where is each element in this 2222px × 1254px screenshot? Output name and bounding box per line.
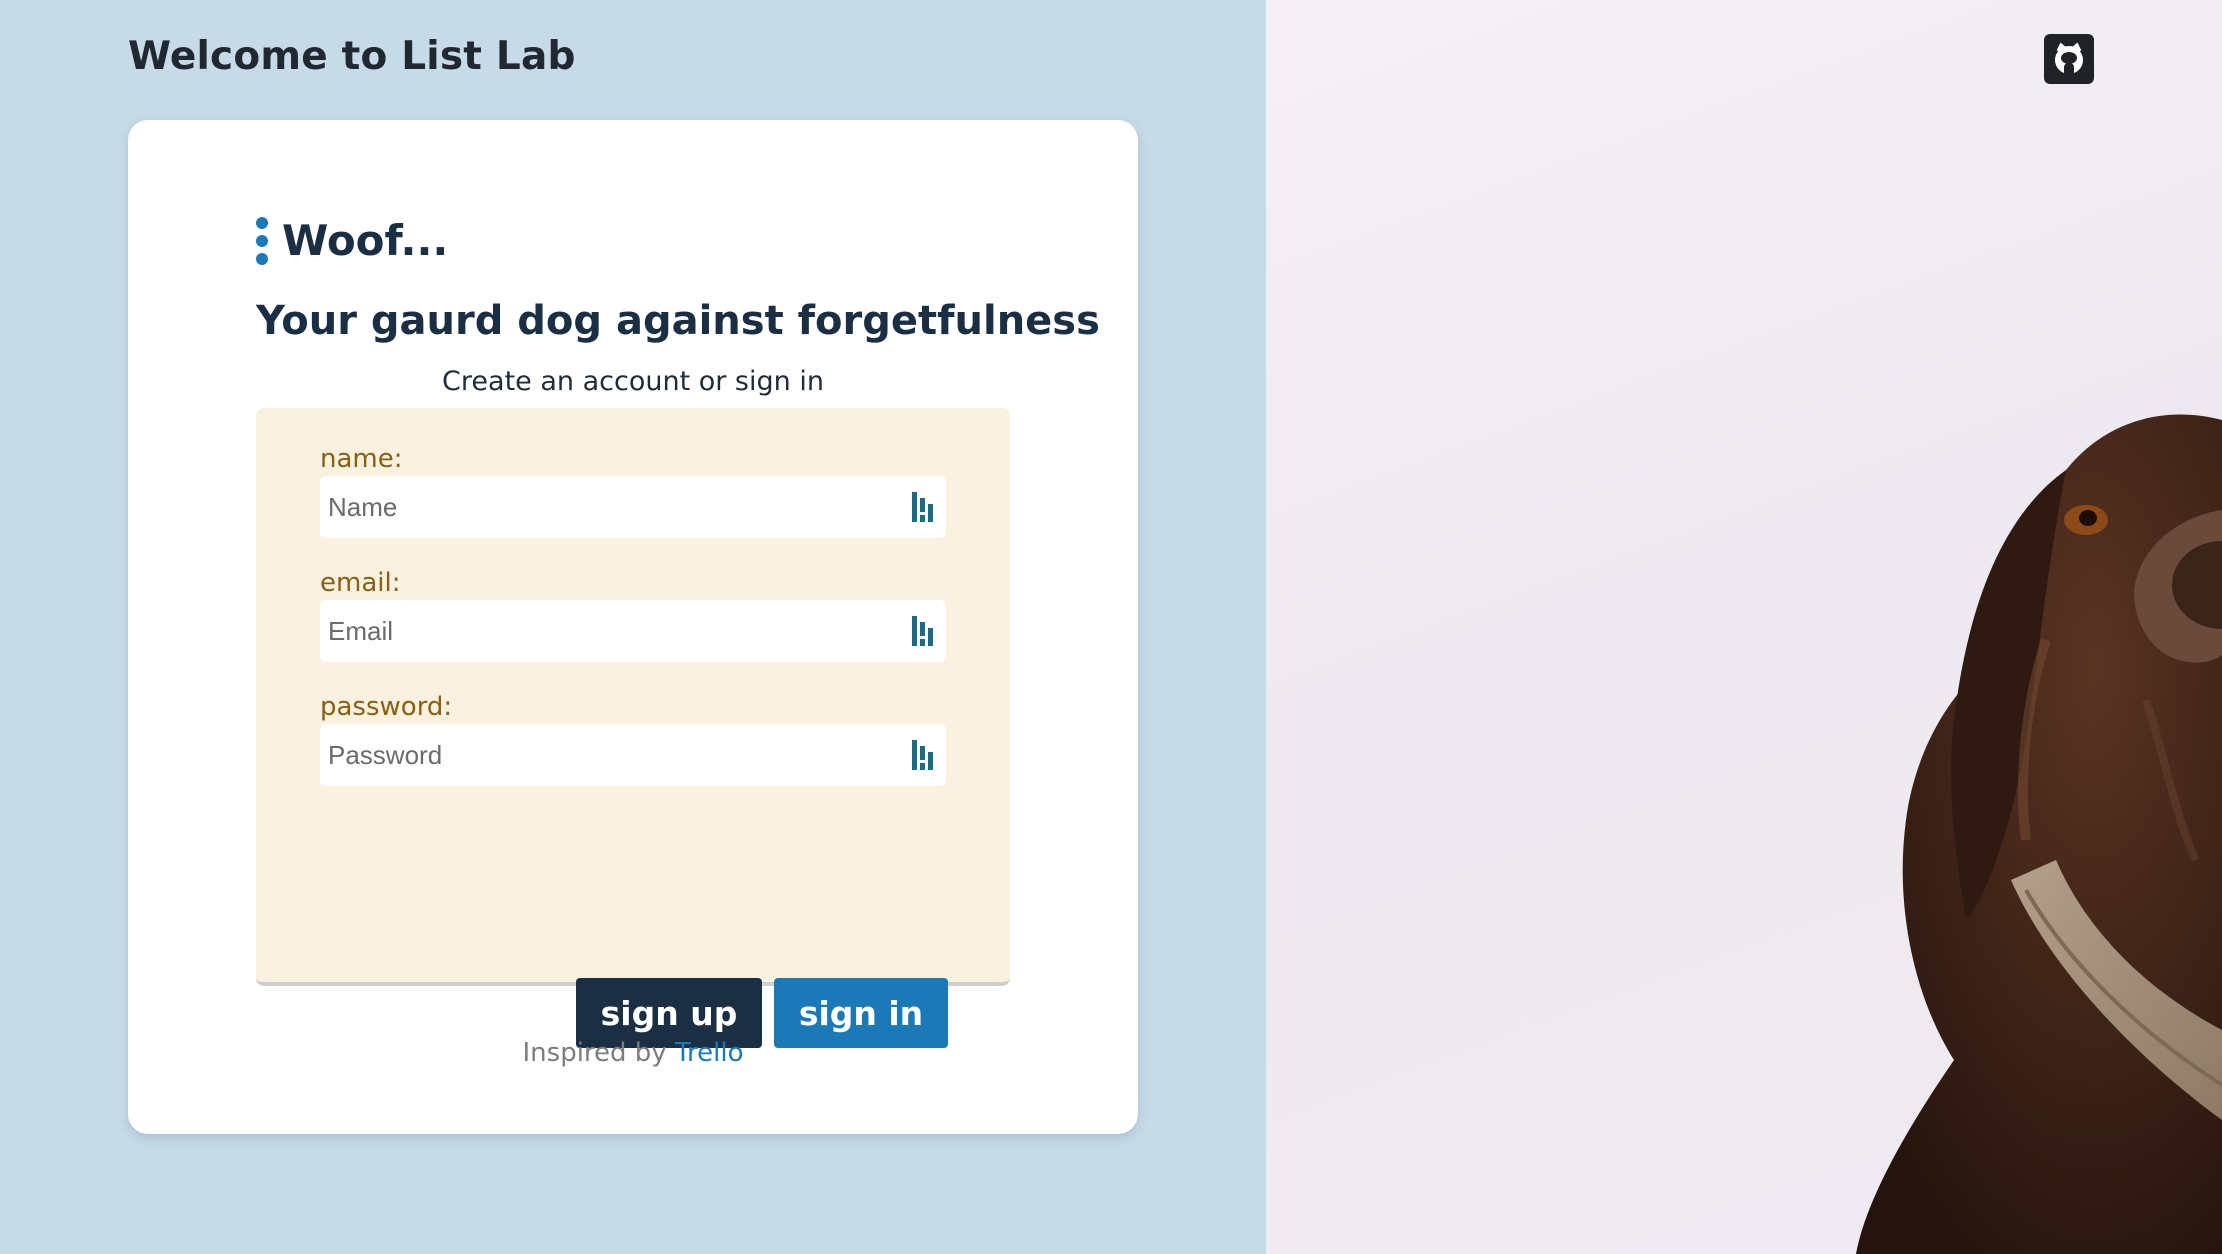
hero-image (1266, 0, 2222, 1254)
auth-card: Woof... Your gaurd dog against forgetful… (128, 120, 1138, 1134)
password-input[interactable] (320, 724, 946, 786)
github-icon[interactable] (2044, 34, 2094, 84)
name-field (320, 476, 946, 538)
password-manager-icon[interactable] (908, 614, 936, 648)
name-label: name: (320, 444, 403, 474)
password-field (320, 724, 946, 786)
tagline: Your gaurd dog against forgetfulness (256, 298, 1100, 344)
password-manager-icon[interactable] (908, 738, 936, 772)
email-input[interactable] (320, 600, 946, 662)
subtitle: Create an account or sign in (442, 366, 824, 397)
dog-illustration (1856, 414, 2222, 1254)
vertical-dots-icon (256, 216, 268, 265)
footer-note: Inspired by Trello (128, 1038, 1138, 1068)
name-input[interactable] (320, 476, 946, 538)
email-label: email: (320, 568, 401, 598)
email-field (320, 600, 946, 662)
brand: Woof... (256, 216, 448, 265)
footer-prefix: Inspired by (522, 1038, 667, 1068)
password-label: password: (320, 692, 453, 722)
auth-form: name: email: password: (256, 408, 1010, 1048)
trello-link[interactable]: Trello (675, 1038, 744, 1068)
page-title: Welcome to List Lab (128, 34, 576, 79)
password-manager-icon[interactable] (908, 490, 936, 524)
brand-name: Woof... (282, 216, 449, 265)
